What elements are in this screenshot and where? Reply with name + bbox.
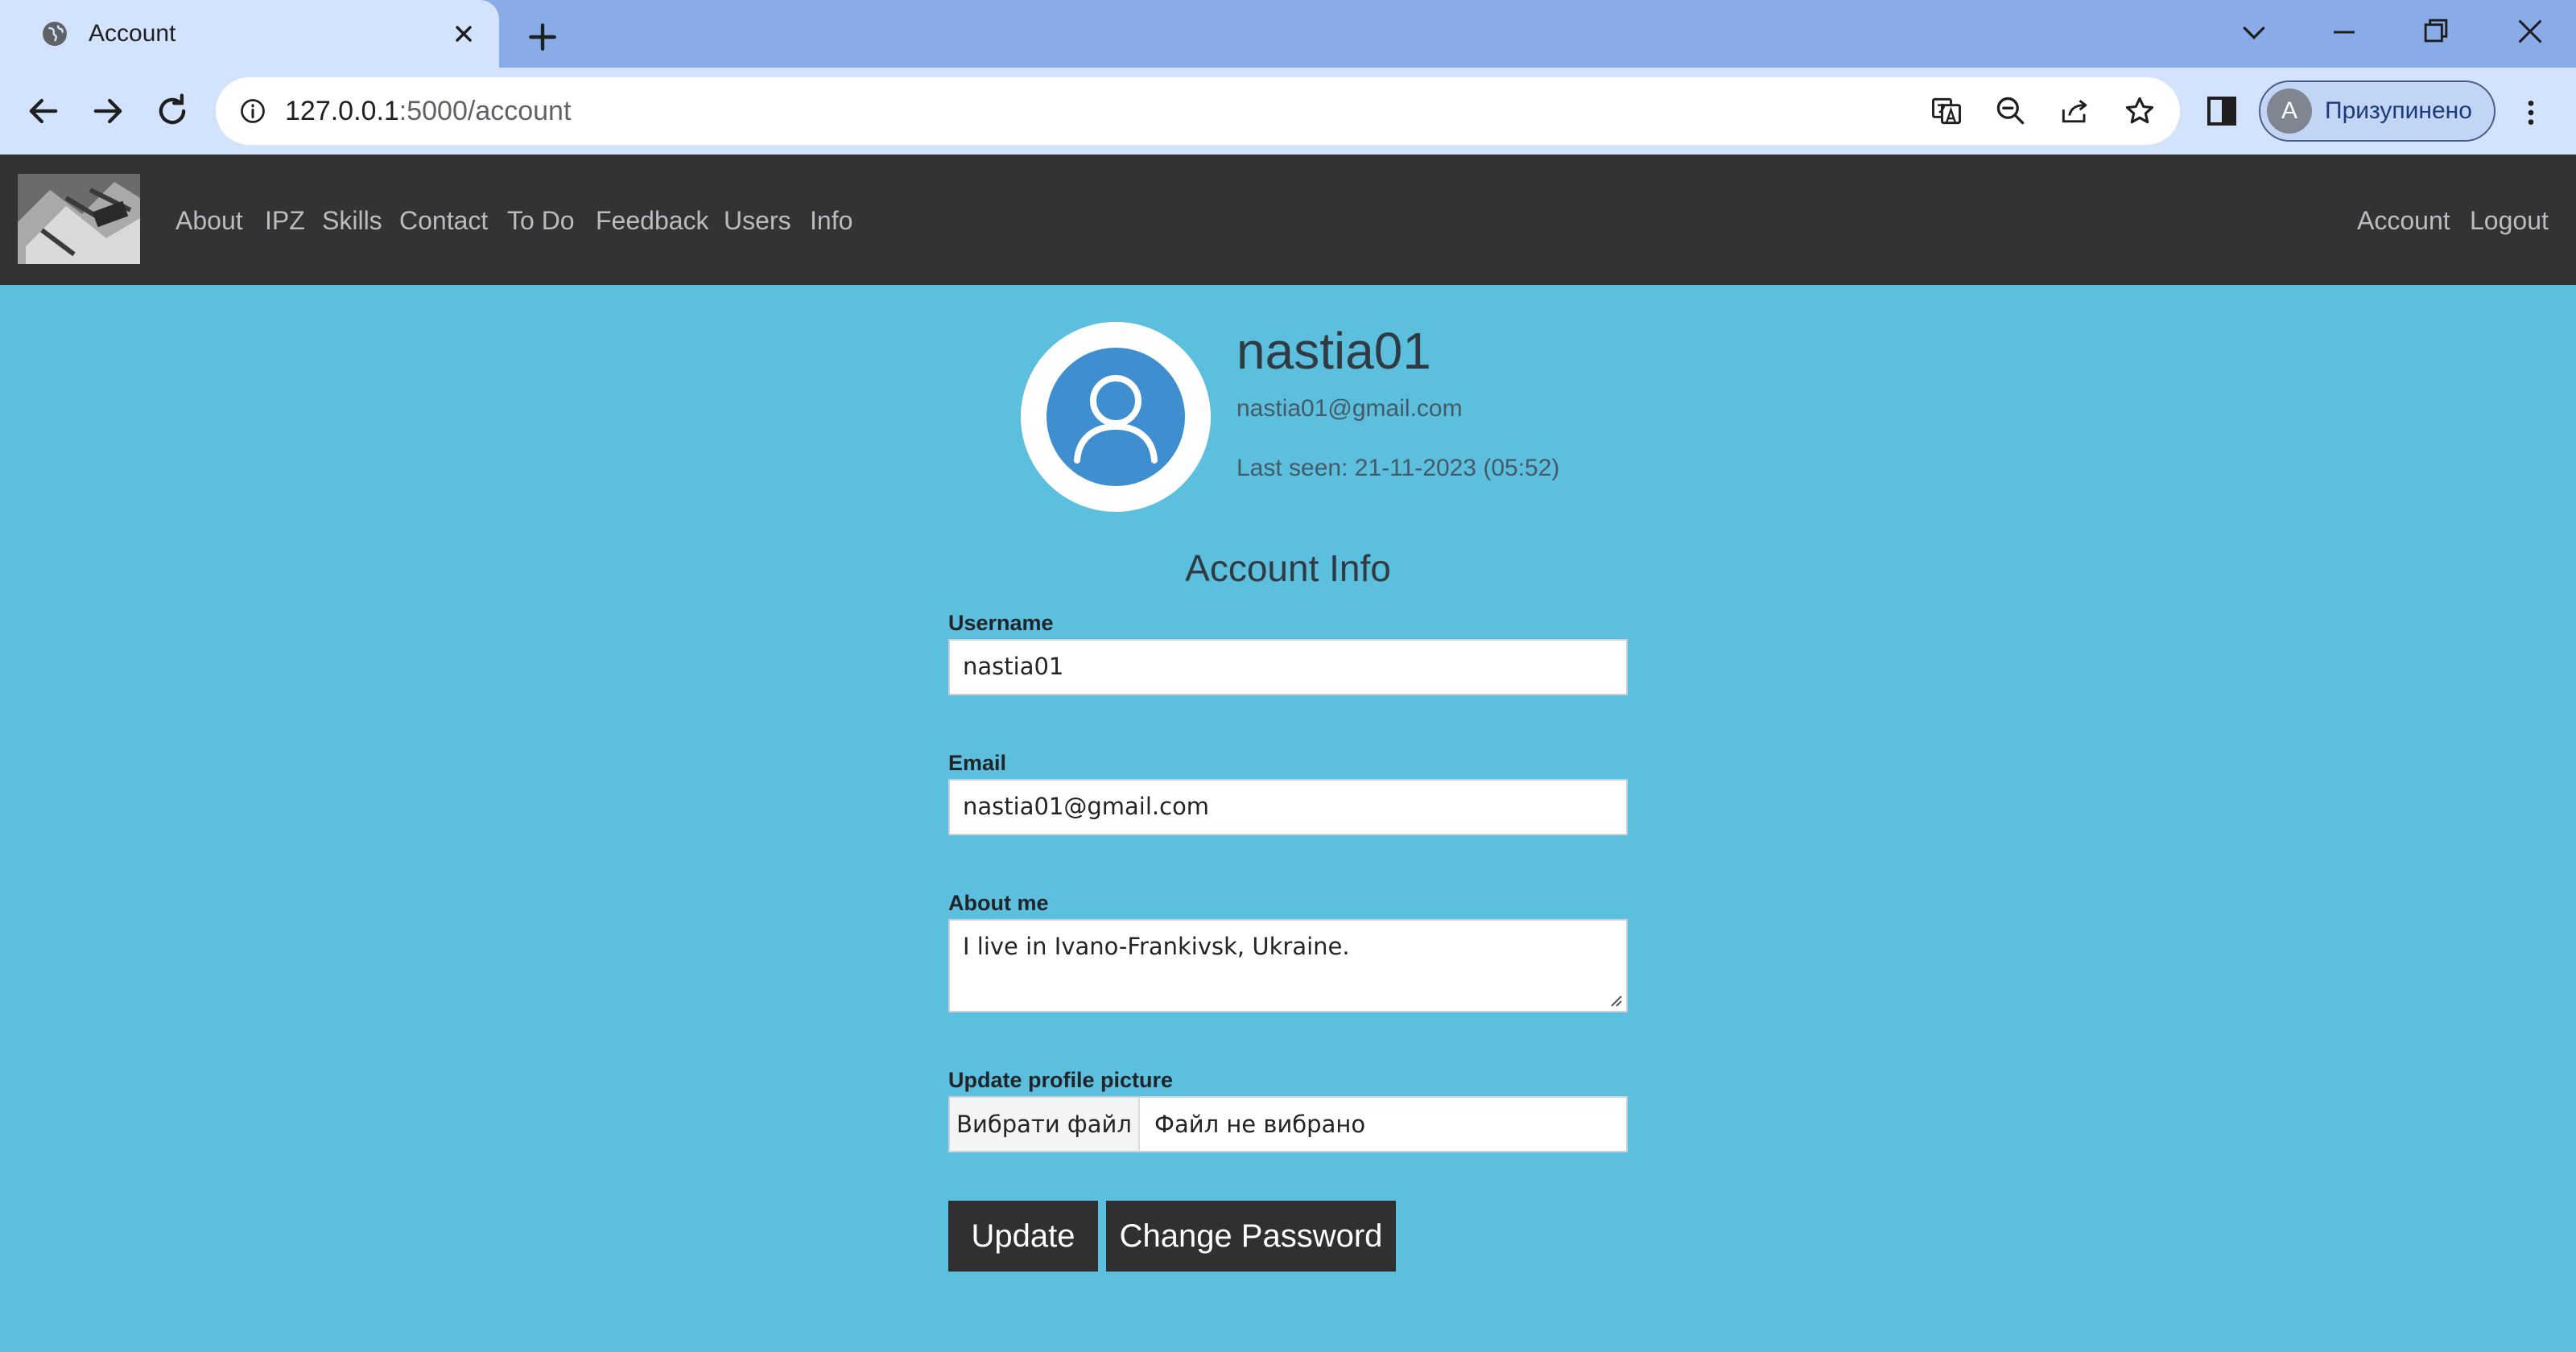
- zoom-out-icon[interactable]: [1993, 93, 2029, 129]
- user-silhouette-icon: [1074, 375, 1158, 464]
- nav-logout[interactable]: Logout: [2470, 204, 2549, 237]
- nav-users[interactable]: Users: [724, 204, 791, 237]
- username-label: Username: [948, 611, 1054, 635]
- about-textarea[interactable]: I live in Ivano-Frankivsk, Ukraine.: [948, 919, 1628, 1012]
- share-icon[interactable]: [2058, 93, 2093, 129]
- minimize-icon[interactable]: [2326, 14, 2362, 50]
- browser-toolbar: 127.0.0.1:5000/account A Призупинено: [0, 68, 2576, 155]
- url-text: 127.0.0.1:5000/account: [285, 93, 571, 129]
- translate-icon[interactable]: [1929, 93, 1964, 129]
- profile-status-label: Призупинено: [2325, 97, 2472, 124]
- username-input[interactable]: nastia01: [948, 639, 1628, 695]
- nav-about[interactable]: About: [175, 204, 243, 237]
- avatar-circle: [1046, 348, 1185, 486]
- close-icon[interactable]: [451, 21, 477, 47]
- kebab-menu-icon[interactable]: [2515, 93, 2547, 132]
- plus-icon[interactable]: [525, 19, 560, 55]
- form-title: Account Info: [1185, 547, 1391, 589]
- nav-feedback[interactable]: Feedback: [596, 204, 709, 237]
- side-panel-icon[interactable]: [2202, 92, 2241, 130]
- url-path: :5000/account: [398, 96, 572, 126]
- url-host: 127.0.0.1: [285, 96, 399, 126]
- profile-avatar: A: [2267, 89, 2312, 134]
- browser-tab-account[interactable]: Account: [0, 0, 499, 68]
- tab-title: Account: [89, 20, 176, 47]
- picture-label: Update profile picture: [948, 1068, 1174, 1092]
- nav-ipz[interactable]: IPZ: [265, 204, 305, 237]
- change-password-button[interactable]: Change Password: [1106, 1201, 1396, 1272]
- address-bar[interactable]: 127.0.0.1:5000/account: [216, 77, 2180, 145]
- star-icon[interactable]: [2122, 93, 2157, 129]
- site-navbar: About IPZ Skills Contact To Do Feedback …: [0, 155, 2576, 285]
- globe-icon: [43, 22, 67, 46]
- reload-icon[interactable]: [151, 90, 193, 132]
- choose-file-button[interactable]: Вибрати файл: [950, 1098, 1140, 1151]
- nav-todo[interactable]: To Do: [507, 204, 575, 237]
- nav-account[interactable]: Account: [2357, 204, 2450, 237]
- profile-email: nastia01@gmail.com: [1236, 395, 1463, 422]
- tab-strip: Account: [0, 0, 2576, 68]
- last-seen-text: Last seen: 21-11-2023 (05:52): [1236, 455, 1560, 481]
- about-text: I live in Ivano-Frankivsk, Ukraine.: [963, 933, 1350, 960]
- file-input[interactable]: Вибрати файл Файл не вибрано: [948, 1096, 1628, 1152]
- about-label: About me: [948, 891, 1049, 915]
- info-icon[interactable]: [238, 97, 267, 126]
- logo-image: [18, 174, 140, 264]
- site-logo[interactable]: [18, 174, 140, 264]
- profile-button[interactable]: A Призупинено: [2259, 80, 2496, 142]
- forward-arrow-icon[interactable]: [87, 90, 129, 132]
- nav-info[interactable]: Info: [810, 204, 852, 237]
- email-label: Email: [948, 751, 1007, 775]
- chevron-down-icon[interactable]: [2238, 16, 2270, 48]
- file-status-text: Файл не вибрано: [1154, 1111, 1366, 1138]
- avatar: [1021, 322, 1211, 512]
- restore-icon[interactable]: [2418, 13, 2454, 48]
- close-icon[interactable]: [2512, 13, 2549, 50]
- nav-skills[interactable]: Skills: [322, 204, 382, 237]
- update-button[interactable]: Update: [948, 1201, 1098, 1272]
- back-arrow-icon[interactable]: [23, 90, 64, 132]
- nav-contact[interactable]: Contact: [399, 204, 488, 237]
- resize-handle-icon[interactable]: [1607, 991, 1623, 1008]
- profile-username: nastia01: [1236, 322, 1431, 380]
- email-input[interactable]: nastia01@gmail.com: [948, 779, 1628, 835]
